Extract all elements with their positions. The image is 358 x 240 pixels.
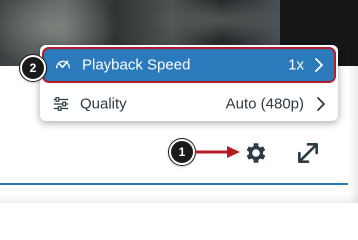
chevron-right-icon xyxy=(317,97,325,111)
screenshot-frame: Playback Speed 1x Quality Auto (480p) 2 … xyxy=(0,0,358,203)
sliders-icon xyxy=(53,97,69,111)
menu-item-value: Auto (480p) xyxy=(225,95,304,113)
divider xyxy=(0,183,348,185)
menu-item-playback-speed[interactable]: Playback Speed 1x xyxy=(42,47,336,83)
fullscreen-icon[interactable] xyxy=(295,140,321,166)
menu-item-label: Playback Speed xyxy=(82,56,191,74)
video-frame-region xyxy=(150,0,290,40)
menu-item-value: 1x xyxy=(288,56,304,74)
menu-item-quality[interactable]: Quality Auto (480p) xyxy=(40,85,338,123)
speedometer-icon xyxy=(55,60,71,69)
frame-shadow xyxy=(0,195,358,203)
callout-arrow-icon xyxy=(195,146,240,158)
menu-item-label: Quality xyxy=(80,95,127,113)
gear-icon[interactable] xyxy=(243,140,269,166)
chevron-right-icon xyxy=(315,58,323,72)
callout-badge-1: 1 xyxy=(169,139,195,165)
frame-shadow xyxy=(348,0,358,203)
callout-badge-2: 2 xyxy=(20,55,46,81)
settings-menu: Playback Speed 1x Quality Auto (480p) xyxy=(40,45,338,121)
